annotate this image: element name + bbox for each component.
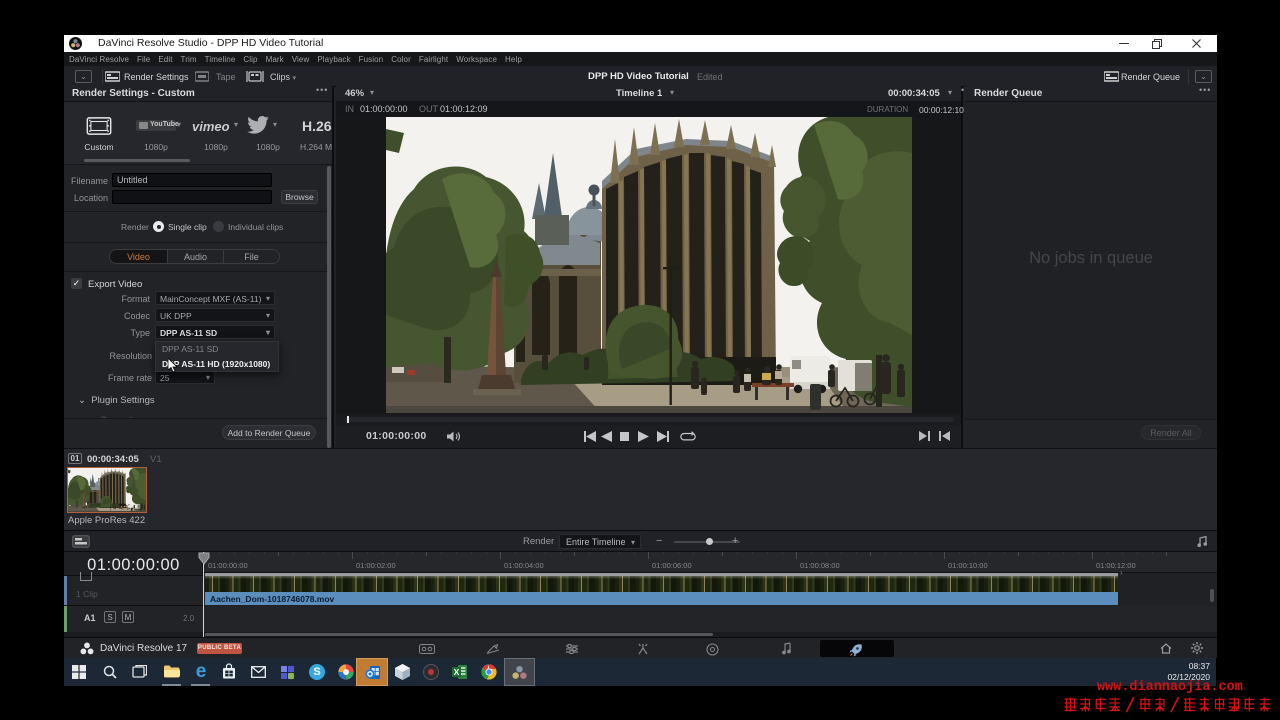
- svg-text:X: X: [454, 667, 460, 677]
